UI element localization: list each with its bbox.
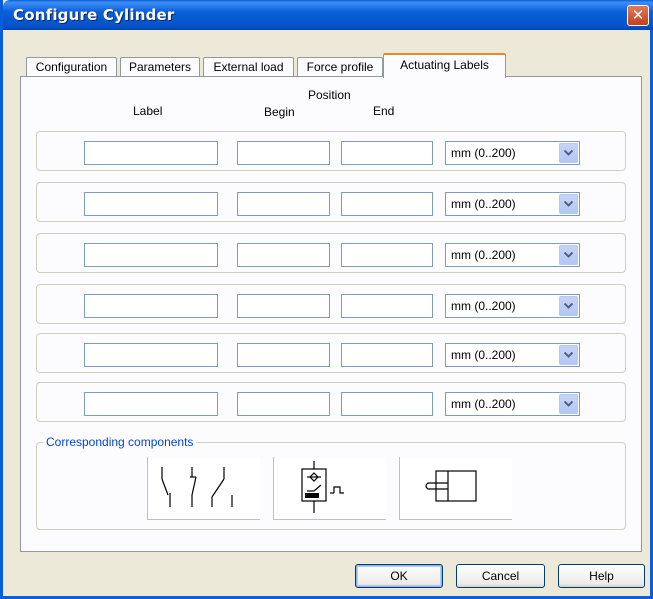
label-input[interactable]	[84, 243, 218, 267]
window-title: Configure Cylinder	[13, 6, 175, 24]
label-input[interactable]	[84, 192, 218, 216]
label-header: Label	[133, 104, 163, 118]
end-input[interactable]	[341, 192, 433, 216]
tab-force-profile[interactable]: Force profile	[297, 57, 383, 77]
unit-select-value: mm (0..200)	[451, 348, 516, 362]
unit-select[interactable]: mm (0..200)	[445, 243, 580, 267]
label-row: mm (0..200)	[36, 284, 626, 324]
chevron-down-icon[interactable]	[559, 345, 578, 365]
tab-configuration[interactable]: Configuration	[26, 57, 117, 77]
unit-select-value: mm (0..200)	[451, 397, 516, 411]
label-row: mm (0..200)	[36, 182, 626, 222]
label-input[interactable]	[84, 392, 218, 416]
label-input[interactable]	[84, 343, 218, 367]
label-input[interactable]	[84, 141, 218, 165]
unit-select[interactable]: mm (0..200)	[445, 343, 580, 367]
switch-contacts-icon[interactable]	[147, 457, 260, 520]
end-input[interactable]	[341, 243, 433, 267]
begin-input[interactable]	[237, 192, 330, 216]
corresponding-components-group: Corresponding components	[36, 435, 626, 530]
end-input[interactable]	[341, 294, 433, 318]
unit-select[interactable]: mm (0..200)	[445, 294, 580, 318]
label-row: mm (0..200)	[36, 233, 626, 273]
begin-input[interactable]	[237, 294, 330, 318]
chevron-down-icon[interactable]	[559, 194, 578, 214]
cylinder-icon[interactable]	[399, 457, 512, 520]
proximity-sensor-icon[interactable]	[273, 457, 386, 520]
chevron-down-icon[interactable]	[559, 296, 578, 316]
ok-button[interactable]: OK	[355, 564, 443, 588]
chevron-down-icon[interactable]	[559, 394, 578, 414]
tab-external-load[interactable]: External load	[203, 57, 294, 77]
chevron-down-icon[interactable]	[559, 245, 578, 265]
end-input[interactable]	[341, 392, 433, 416]
begin-input[interactable]	[237, 343, 330, 367]
label-row: mm (0..200)	[36, 333, 626, 373]
title-bar[interactable]: Configure Cylinder ✕	[3, 0, 653, 30]
group-title: Corresponding components	[43, 435, 197, 449]
unit-select-value: mm (0..200)	[451, 197, 516, 211]
unit-select[interactable]: mm (0..200)	[445, 141, 580, 165]
begin-input[interactable]	[237, 243, 330, 267]
chevron-down-icon[interactable]	[559, 143, 578, 163]
unit-select[interactable]: mm (0..200)	[445, 392, 580, 416]
label-row: mm (0..200)	[36, 131, 626, 171]
unit-select-value: mm (0..200)	[451, 146, 516, 160]
unit-select-value: mm (0..200)	[451, 248, 516, 262]
end-input[interactable]	[341, 343, 433, 367]
tab-actuating-labels[interactable]: Actuating Labels	[383, 53, 506, 78]
begin-input[interactable]	[237, 141, 330, 165]
unit-select[interactable]: mm (0..200)	[445, 192, 580, 216]
begin-header: Begin	[264, 105, 295, 119]
unit-select-value: mm (0..200)	[451, 299, 516, 313]
label-input[interactable]	[84, 294, 218, 318]
end-input[interactable]	[341, 141, 433, 165]
dialog-window: Configure Cylinder ✕ Configuration Param…	[0, 0, 653, 599]
close-button[interactable]: ✕	[627, 5, 649, 26]
tab-parameters[interactable]: Parameters	[120, 57, 200, 77]
begin-input[interactable]	[237, 392, 330, 416]
end-header: End	[373, 104, 395, 118]
label-row: mm (0..200)	[36, 382, 626, 422]
position-header: Position	[308, 88, 351, 102]
help-button[interactable]: Help	[558, 564, 645, 588]
cancel-button[interactable]: Cancel	[456, 564, 545, 588]
